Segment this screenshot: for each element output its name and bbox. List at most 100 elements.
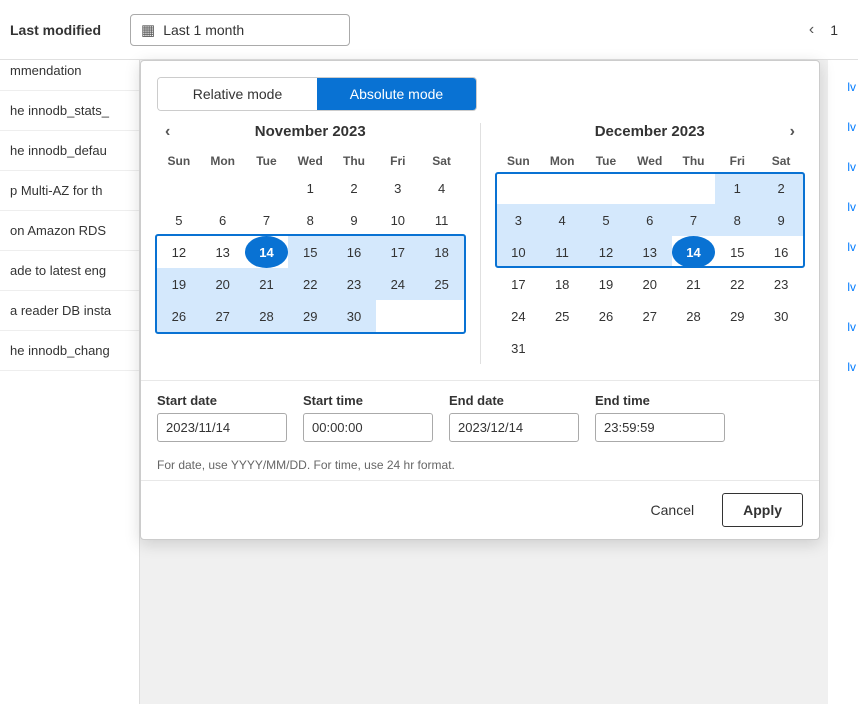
dec-day-23[interactable]: 23 bbox=[759, 268, 803, 300]
panel-footer: Cancel Apply bbox=[141, 480, 819, 539]
nov-day-10[interactable]: 10 bbox=[376, 204, 420, 236]
december-title: December 2023 bbox=[595, 123, 705, 140]
nov-day-empty bbox=[245, 172, 289, 204]
dec-day-3[interactable]: 3 bbox=[497, 204, 541, 236]
dec-day-20[interactable]: 20 bbox=[628, 268, 672, 300]
dow-tue: Tue bbox=[584, 150, 628, 172]
dec-day-14[interactable]: 14 bbox=[672, 236, 716, 268]
dec-day-6[interactable]: 6 bbox=[628, 204, 672, 236]
end-time-input[interactable] bbox=[595, 413, 725, 442]
dec-day-31[interactable]: 31 bbox=[497, 332, 541, 364]
nov-day-empty bbox=[376, 300, 420, 332]
nov-day-12[interactable]: 12 bbox=[157, 236, 201, 268]
nov-day-29[interactable]: 29 bbox=[288, 300, 332, 332]
nov-day-9[interactable]: 9 bbox=[332, 204, 376, 236]
prev-month-button[interactable]: ‹ bbox=[157, 121, 178, 143]
dec-day-28[interactable]: 28 bbox=[672, 300, 716, 332]
calendars-container: ‹ November 2023 Sun Mon Tue Wed Thu Fri … bbox=[141, 123, 819, 380]
nov-day-7[interactable]: 7 bbox=[245, 204, 289, 236]
absolute-mode-button[interactable]: Absolute mode bbox=[317, 78, 476, 110]
end-time-label: End time bbox=[595, 393, 725, 408]
bg-row-6: ade to latest eng bbox=[0, 251, 139, 291]
apply-button[interactable]: Apply bbox=[722, 493, 803, 527]
dec-day-18[interactable]: 18 bbox=[540, 268, 584, 300]
nov-day-15[interactable]: 15 bbox=[288, 236, 332, 268]
dec-day-16[interactable]: 16 bbox=[759, 236, 803, 268]
page-number: 1 bbox=[830, 22, 838, 38]
dec-day-12[interactable]: 12 bbox=[584, 236, 628, 268]
nov-day-25[interactable]: 25 bbox=[420, 268, 464, 300]
nov-day-23[interactable]: 23 bbox=[332, 268, 376, 300]
dec-day-5[interactable]: 5 bbox=[584, 204, 628, 236]
dow-fri: Fri bbox=[376, 150, 420, 172]
next-month-button[interactable]: › bbox=[782, 121, 803, 143]
end-time-field: End time bbox=[595, 393, 725, 442]
nov-day-1[interactable]: 1 bbox=[288, 172, 332, 204]
dec-day-4[interactable]: 4 bbox=[540, 204, 584, 236]
dec-day-9[interactable]: 9 bbox=[759, 204, 803, 236]
date-display-value: Last 1 month bbox=[163, 22, 244, 38]
dec-day-empty bbox=[628, 332, 672, 364]
nov-day-14[interactable]: 14 bbox=[245, 236, 289, 268]
nov-day-22[interactable]: 22 bbox=[288, 268, 332, 300]
nov-day-3[interactable]: 3 bbox=[376, 172, 420, 204]
nov-day-28[interactable]: 28 bbox=[245, 300, 289, 332]
lv-tag-3: lv bbox=[847, 160, 856, 174]
dec-day-empty bbox=[672, 172, 716, 204]
cancel-button[interactable]: Cancel bbox=[635, 494, 711, 526]
end-date-field: End date bbox=[449, 393, 579, 442]
nov-day-4[interactable]: 4 bbox=[420, 172, 464, 204]
format-hint: For date, use YYYY/MM/DD. For time, use … bbox=[141, 458, 819, 480]
dec-day-27[interactable]: 27 bbox=[628, 300, 672, 332]
nov-day-11[interactable]: 11 bbox=[420, 204, 464, 236]
dec-day-19[interactable]: 19 bbox=[584, 268, 628, 300]
dec-day-25[interactable]: 25 bbox=[540, 300, 584, 332]
relative-mode-button[interactable]: Relative mode bbox=[158, 78, 317, 110]
dec-day-10[interactable]: 10 bbox=[497, 236, 541, 268]
dec-day-empty bbox=[672, 332, 716, 364]
dec-day-1[interactable]: 1 bbox=[715, 172, 759, 204]
filter-label: Last modified bbox=[10, 22, 120, 38]
dec-day-29[interactable]: 29 bbox=[715, 300, 759, 332]
nov-day-5[interactable]: 5 bbox=[157, 204, 201, 236]
dow-thu: Thu bbox=[332, 150, 376, 172]
dec-day-22[interactable]: 22 bbox=[715, 268, 759, 300]
dec-day-15[interactable]: 15 bbox=[715, 236, 759, 268]
nov-day-2[interactable]: 2 bbox=[332, 172, 376, 204]
nov-day-21[interactable]: 21 bbox=[245, 268, 289, 300]
nov-day-19[interactable]: 19 bbox=[157, 268, 201, 300]
dec-day-8[interactable]: 8 bbox=[715, 204, 759, 236]
dec-day-2[interactable]: 2 bbox=[759, 172, 803, 204]
dec-day-30[interactable]: 30 bbox=[759, 300, 803, 332]
nov-day-18[interactable]: 18 bbox=[420, 236, 464, 268]
nov-day-26[interactable]: 26 bbox=[157, 300, 201, 332]
nov-day-20[interactable]: 20 bbox=[201, 268, 245, 300]
nov-day-17[interactable]: 17 bbox=[376, 236, 420, 268]
nov-day-8[interactable]: 8 bbox=[288, 204, 332, 236]
start-time-input[interactable] bbox=[303, 413, 433, 442]
november-grid: Sun Mon Tue Wed Thu Fri Sat 123456789101… bbox=[157, 150, 464, 332]
nov-day-13[interactable]: 13 bbox=[201, 236, 245, 268]
date-picker-panel: Relative mode Absolute mode ‹ November 2… bbox=[140, 60, 820, 540]
end-date-input[interactable] bbox=[449, 413, 579, 442]
dec-day-13[interactable]: 13 bbox=[628, 236, 672, 268]
dec-day-21[interactable]: 21 bbox=[672, 268, 716, 300]
nov-day-16[interactable]: 16 bbox=[332, 236, 376, 268]
nov-day-24[interactable]: 24 bbox=[376, 268, 420, 300]
dec-day-17[interactable]: 17 bbox=[497, 268, 541, 300]
dec-day-11[interactable]: 11 bbox=[540, 236, 584, 268]
nov-day-30[interactable]: 30 bbox=[332, 300, 376, 332]
start-date-input[interactable] bbox=[157, 413, 287, 442]
date-display[interactable]: ▦ Last 1 month bbox=[130, 14, 350, 46]
prev-arrow[interactable]: ‹ bbox=[801, 17, 822, 43]
nov-day-6[interactable]: 6 bbox=[201, 204, 245, 236]
dow-mon: Mon bbox=[201, 150, 245, 172]
end-date-label: End date bbox=[449, 393, 579, 408]
bg-row-8: he innodb_chang bbox=[0, 331, 139, 371]
dec-day-7[interactable]: 7 bbox=[672, 204, 716, 236]
dow-sun: Sun bbox=[157, 150, 201, 172]
lv-tag-8: lv bbox=[847, 360, 856, 374]
dec-day-24[interactable]: 24 bbox=[497, 300, 541, 332]
nov-day-27[interactable]: 27 bbox=[201, 300, 245, 332]
dec-day-26[interactable]: 26 bbox=[584, 300, 628, 332]
